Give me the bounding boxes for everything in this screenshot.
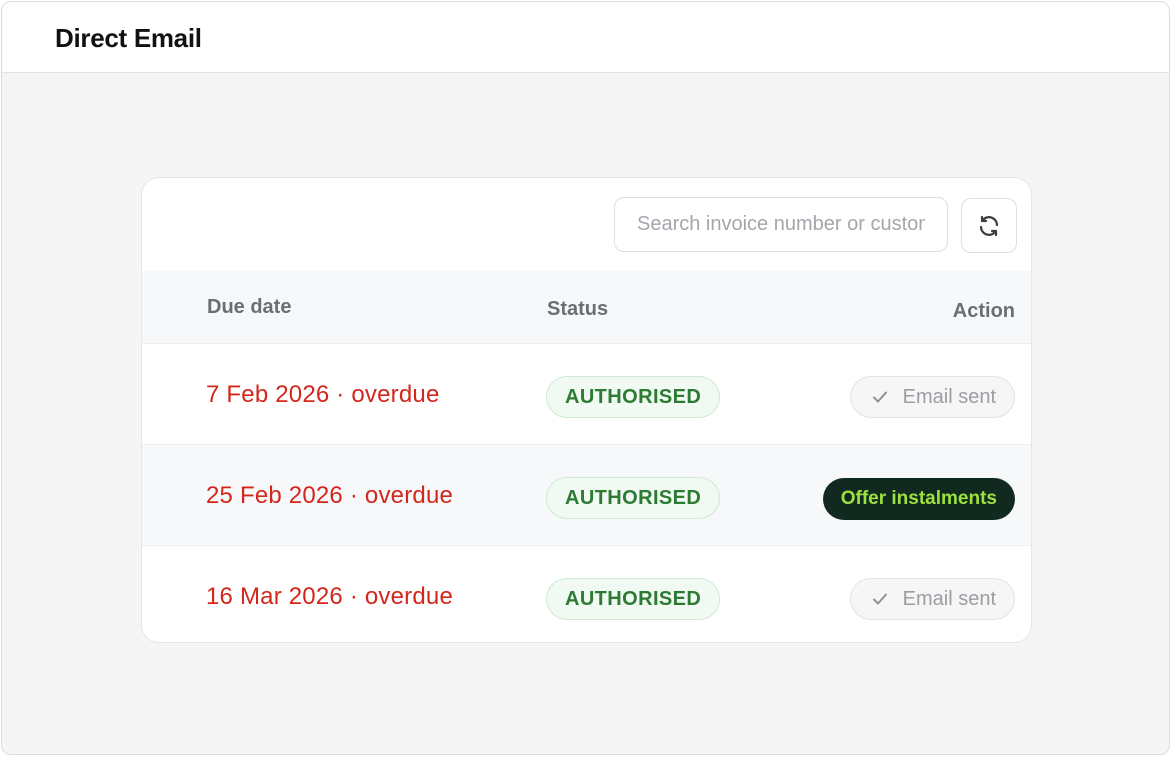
status-badge: AUTHORISED [546,477,721,519]
invoice-card: Due date Status Action 7 Feb 2026 · over… [141,177,1032,643]
app-window: Direct Email Due date Status Action 7 Fe… [1,1,1170,755]
top-bar: Direct Email [2,2,1169,73]
refresh-icon [979,215,999,236]
due-date: 25 Feb 2026 · overdue [206,482,454,509]
column-header-action: Action [952,300,1015,322]
status-badge: AUTHORISED [546,376,721,418]
table-header: Due date Status Action [142,271,1031,344]
email-sent-button[interactable]: Email sent [849,376,1015,418]
email-sent-label: Email sent [902,385,996,408]
status-badge: AUTHORISED [546,578,721,620]
page-title: Direct Email [55,23,202,53]
check-icon [872,593,887,605]
check-icon [872,391,887,403]
email-sent-label: Email sent [902,587,996,610]
column-header-status: Status [547,298,609,320]
table-row: 25 Feb 2026 · overdue AUTHORISED Offer i… [142,445,1031,546]
table-row: 7 Feb 2026 · overdue AUTHORISED Email se… [142,344,1031,445]
refresh-button[interactable] [961,198,1017,253]
email-sent-button[interactable]: Email sent [849,578,1015,620]
offer-instalments-button[interactable]: Offer instalments [822,478,1015,520]
table-row: 16 Mar 2026 · overdue AUTHORISED Email s… [142,546,1031,642]
search-input[interactable] [614,197,948,252]
column-header-due-date: Due date [207,296,292,318]
offer-instalments-label: Offer instalments [840,488,997,509]
due-date: 16 Mar 2026 · overdue [206,583,454,610]
due-date: 7 Feb 2026 · overdue [206,381,440,408]
